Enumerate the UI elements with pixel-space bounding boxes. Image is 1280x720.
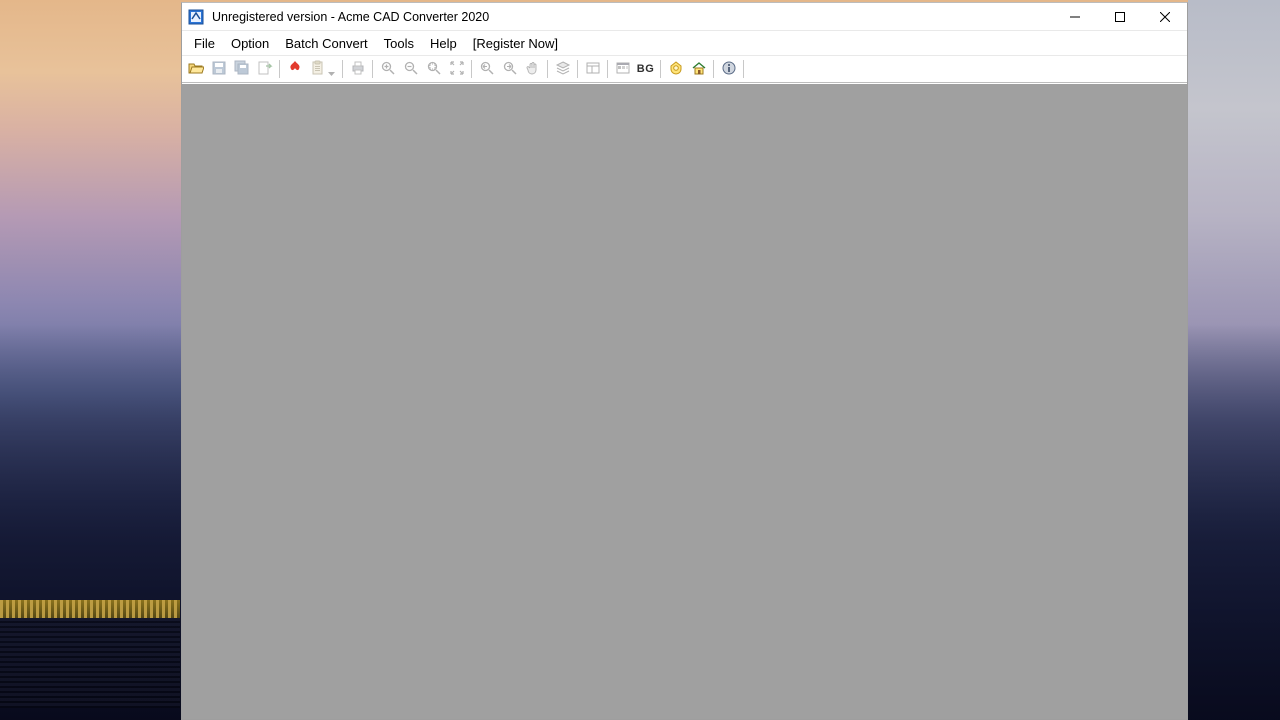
print-button[interactable] bbox=[347, 58, 369, 80]
zoom-extents-icon bbox=[449, 60, 465, 79]
convert-pdf-button[interactable] bbox=[284, 58, 306, 80]
copy-icon bbox=[310, 60, 326, 79]
zoom-prev-button[interactable] bbox=[476, 58, 498, 80]
minimize-button[interactable] bbox=[1052, 3, 1097, 30]
app-icon bbox=[188, 9, 204, 25]
toolbar-separator bbox=[743, 60, 744, 78]
menu-file[interactable]: File bbox=[186, 33, 223, 54]
toolbar-separator bbox=[660, 60, 661, 78]
zoom-out-icon bbox=[403, 60, 419, 79]
toolbar-separator bbox=[279, 60, 280, 78]
window-title: Unregistered version - Acme CAD Converte… bbox=[210, 10, 1052, 24]
pan-button[interactable] bbox=[522, 58, 544, 80]
save-icon bbox=[211, 60, 227, 79]
pdf-icon bbox=[287, 60, 303, 79]
toolbar-separator bbox=[471, 60, 472, 78]
menu-tools[interactable]: Tools bbox=[376, 33, 422, 54]
dropdown-caret-icon bbox=[328, 67, 335, 81]
open-file-icon bbox=[188, 60, 204, 79]
toolbar-separator bbox=[607, 60, 608, 78]
canvas-area[interactable] bbox=[182, 83, 1187, 719]
save-button[interactable] bbox=[208, 58, 230, 80]
zoom-next-button[interactable] bbox=[499, 58, 521, 80]
menu-register-now[interactable]: [Register Now] bbox=[465, 33, 566, 54]
pan-icon bbox=[525, 60, 541, 79]
true-color-button[interactable] bbox=[612, 58, 634, 80]
layers-icon bbox=[555, 60, 571, 79]
toolbar-separator bbox=[372, 60, 373, 78]
register-icon bbox=[668, 60, 684, 79]
toolbar-separator bbox=[342, 60, 343, 78]
copy-clipboard-button[interactable] bbox=[307, 58, 339, 80]
export-dwg-icon bbox=[257, 60, 273, 79]
toolbar-separator bbox=[577, 60, 578, 78]
layouts-icon bbox=[585, 60, 601, 79]
bg-color-icon: BG bbox=[637, 63, 655, 75]
save-all-icon bbox=[234, 60, 250, 79]
export-dwg-button[interactable] bbox=[254, 58, 276, 80]
window-controls bbox=[1052, 3, 1187, 30]
menu-option[interactable]: Option bbox=[223, 33, 277, 54]
printer-icon bbox=[350, 60, 366, 79]
wallpaper-lights bbox=[0, 600, 180, 618]
home-button[interactable] bbox=[688, 58, 710, 80]
zoom-prev-icon bbox=[479, 60, 495, 79]
app-window: Unregistered version - Acme CAD Converte… bbox=[181, 2, 1188, 720]
menu-batch-convert[interactable]: Batch Convert bbox=[277, 33, 375, 54]
register-button[interactable] bbox=[665, 58, 687, 80]
zoom-next-icon bbox=[502, 60, 518, 79]
about-button[interactable] bbox=[718, 58, 740, 80]
open-button[interactable] bbox=[185, 58, 207, 80]
zoom-window-button[interactable] bbox=[423, 58, 445, 80]
zoom-extents-button[interactable] bbox=[446, 58, 468, 80]
layouts-button[interactable] bbox=[582, 58, 604, 80]
save-all-button[interactable] bbox=[231, 58, 253, 80]
maximize-button[interactable] bbox=[1097, 3, 1142, 30]
menu-help[interactable]: Help bbox=[422, 33, 465, 54]
titlebar[interactable]: Unregistered version - Acme CAD Converte… bbox=[182, 3, 1187, 31]
bg-color-button[interactable]: BG bbox=[635, 58, 657, 80]
wallpaper-texture bbox=[0, 618, 180, 708]
zoom-out-button[interactable] bbox=[400, 58, 422, 80]
zoom-window-icon bbox=[426, 60, 442, 79]
about-icon bbox=[721, 60, 737, 79]
layers-button[interactable] bbox=[552, 58, 574, 80]
toolbar-separator bbox=[713, 60, 714, 78]
true-color-icon bbox=[615, 60, 631, 79]
zoom-in-icon bbox=[380, 60, 396, 79]
home-icon bbox=[691, 60, 707, 79]
close-button[interactable] bbox=[1142, 3, 1187, 30]
toolbar-separator bbox=[547, 60, 548, 78]
toolbar: BG bbox=[182, 56, 1187, 83]
zoom-in-button[interactable] bbox=[377, 58, 399, 80]
menubar: File Option Batch Convert Tools Help [Re… bbox=[182, 31, 1187, 56]
desktop-wallpaper: Unregistered version - Acme CAD Converte… bbox=[0, 0, 1280, 720]
